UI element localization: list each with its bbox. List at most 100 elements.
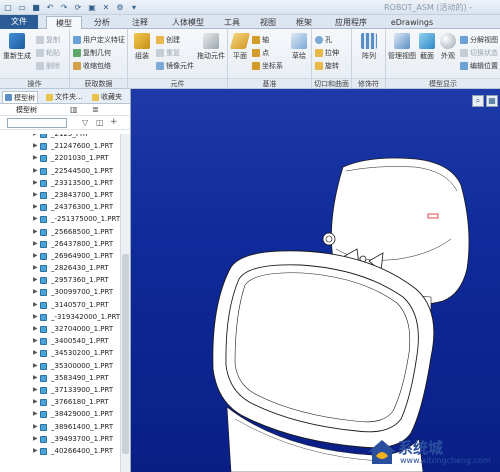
tree-row[interactable]: ▶ _22544500_1.PRT: [0, 165, 120, 177]
explode-view-button[interactable]: 分解视图: [460, 35, 498, 45]
expand-arrow-icon[interactable]: ▶: [33, 152, 38, 164]
new-file-icon[interactable]: □: [3, 3, 13, 13]
edit-position-button[interactable]: 编辑位置: [460, 61, 498, 71]
window-icon[interactable]: ▣: [87, 3, 97, 13]
mirror-component-button[interactable]: 镜像元件: [156, 61, 194, 71]
expand-arrow-icon[interactable]: ▶: [33, 347, 38, 359]
tree-scrollbar-thumb[interactable]: [122, 254, 129, 454]
tree-row[interactable]: ▶ _-251375000_1.PRT: [0, 213, 120, 225]
tab-tools[interactable]: 工具: [216, 16, 248, 29]
plane-button[interactable]: 平面: [229, 33, 251, 61]
tab-framework[interactable]: 框架: [288, 16, 320, 29]
tree-row[interactable]: ▶ _35300000_1.PRT: [0, 360, 120, 372]
expand-arrow-icon[interactable]: ▶: [33, 311, 38, 323]
expand-arrow-icon[interactable]: ▶: [33, 140, 38, 152]
expand-arrow-icon[interactable]: ▶: [33, 445, 38, 457]
tree-row[interactable]: ▶ _21247600_1.PRT: [0, 140, 120, 152]
tree-settings-icon[interactable]: ≣: [92, 105, 99, 114]
tree-row[interactable]: ▶ _3583490_1.PRT: [0, 372, 120, 384]
manage-views-button[interactable]: 管理视图: [387, 33, 417, 61]
open-file-icon[interactable]: ▭: [17, 3, 27, 13]
axis-button[interactable]: 轴: [252, 35, 269, 45]
expand-arrow-icon[interactable]: ▶: [33, 323, 38, 335]
user-defined-feature-button[interactable]: 用户定义特征: [73, 35, 125, 45]
expand-arrow-icon[interactable]: ▶: [33, 226, 38, 238]
expand-arrow-icon[interactable]: ▶: [33, 238, 38, 250]
tree-row[interactable]: ▶ _30099700_1.PRT: [0, 286, 120, 298]
pattern-button[interactable]: 阵列: [354, 33, 384, 61]
redo-icon[interactable]: ↷: [59, 3, 69, 13]
expand-arrow-icon[interactable]: ▶: [33, 189, 38, 201]
tree-row[interactable]: ▶ _37133900_1.PRT: [0, 384, 120, 396]
tree-search-input[interactable]: [7, 118, 67, 128]
section-button[interactable]: 截面: [417, 33, 437, 61]
assemble-button[interactable]: 组装: [130, 33, 154, 61]
expand-arrow-icon[interactable]: ▶: [33, 165, 38, 177]
expand-arrow-icon[interactable]: ▶: [33, 360, 38, 372]
regenerate-icon[interactable]: ⟳: [73, 3, 83, 13]
create-button[interactable]: 创建: [156, 35, 180, 45]
undo-icon[interactable]: ↶: [45, 3, 55, 13]
tree-row[interactable]: ▶ _26437800_1.PRT: [0, 238, 120, 250]
tree-columns-icon[interactable]: ▥: [70, 105, 78, 114]
filter-icon[interactable]: ▽: [82, 118, 88, 127]
point-button[interactable]: 点: [252, 48, 269, 58]
tree-row[interactable]: ▶ _23843700_1.PRT: [0, 189, 120, 201]
tree-row[interactable]: ▶ _25668500_1.PRT: [0, 226, 120, 238]
expand-arrow-icon[interactable]: ▶: [33, 250, 38, 262]
show-icon[interactable]: ◫: [96, 118, 104, 127]
expand-arrow-icon[interactable]: ▶: [33, 201, 38, 213]
regenerate-button[interactable]: 重新生成: [2, 33, 32, 61]
tab-manikin[interactable]: 人体模型: [162, 16, 214, 29]
expand-arrow-icon[interactable]: ▶: [33, 421, 38, 433]
hole-button[interactable]: 孔: [315, 35, 332, 45]
tab-folder-browser[interactable]: 文件夹...: [46, 91, 83, 103]
expand-arrow-icon[interactable]: ▶: [33, 274, 38, 286]
paste-button[interactable]: 粘贴: [36, 48, 60, 58]
extrude-button[interactable]: 拉伸: [315, 48, 339, 58]
csys-button[interactable]: 坐标系: [252, 61, 283, 71]
expand-arrow-icon[interactable]: ▶: [33, 372, 38, 384]
tree-row[interactable]: ▶ _26964900_1.PRT: [0, 250, 120, 262]
customize-dropdown-icon[interactable]: ▾: [129, 3, 139, 13]
tree-scrollbar[interactable]: [120, 134, 130, 472]
tree-row[interactable]: ▶ _-319342000_1.PRT: [0, 311, 120, 323]
tree-row[interactable]: ▶ _24376300_1.PRT: [0, 201, 120, 213]
view-options-icon[interactable]: ▦: [486, 95, 498, 107]
revolve-button[interactable]: 旋转: [315, 61, 339, 71]
expand-arrow-icon[interactable]: ▶: [33, 433, 38, 445]
tree-row[interactable]: ▶ _38429000_1.PRT: [0, 408, 120, 420]
settings-icon[interactable]: ⚙: [115, 3, 125, 13]
tree-row[interactable]: ▶ _3766180_1.PRT: [0, 396, 120, 408]
sketch-button[interactable]: 草绘: [288, 33, 310, 61]
tab-analysis[interactable]: 分析: [84, 16, 120, 29]
zoom-icon[interactable]: ⌕: [472, 95, 484, 107]
tree-row[interactable]: ▶ _2957360_1.PRT: [0, 274, 120, 286]
expand-arrow-icon[interactable]: ▶: [33, 177, 38, 189]
tree-row[interactable]: ▶ _2201030_1.PRT: [0, 152, 120, 164]
tab-view[interactable]: 视图: [252, 16, 284, 29]
expand-arrow-icon[interactable]: ▶: [33, 396, 38, 408]
shrinkwrap-button[interactable]: 收缩包络: [73, 61, 111, 71]
save-icon[interactable]: ■: [31, 3, 41, 13]
tree-row[interactable]: ▶ _38961400_1.PRT: [0, 421, 120, 433]
tab-file[interactable]: 文件: [0, 15, 38, 29]
tab-edrawings[interactable]: eDrawings: [384, 16, 440, 29]
tab-annotate[interactable]: 注释: [122, 16, 158, 29]
tree-row[interactable]: ▶ _2826430_1.PRT: [0, 262, 120, 274]
toggle-status-button[interactable]: 切换状态: [460, 48, 498, 58]
appearance-button[interactable]: 外观: [438, 33, 458, 61]
close-window-icon[interactable]: ✕: [101, 3, 111, 13]
delete-button[interactable]: 删除: [36, 61, 60, 71]
graphics-viewport[interactable]: ⌕ ▦: [131, 89, 500, 472]
drag-component-button[interactable]: 拖动元件: [196, 33, 226, 61]
expand-arrow-icon[interactable]: ▶: [33, 299, 38, 311]
expand-arrow-icon[interactable]: ▶: [33, 384, 38, 396]
tree-row[interactable]: ▶ _32704000_1.PRT: [0, 323, 120, 335]
copy-geometry-button[interactable]: 复制几何: [73, 48, 111, 58]
add-icon[interactable]: +: [110, 117, 118, 127]
tab-applications[interactable]: 应用程序: [326, 16, 376, 29]
tab-model[interactable]: 模型: [46, 16, 82, 29]
tab-model-tree[interactable]: 模型树: [2, 91, 38, 103]
tree-row[interactable]: ▶ _3140570_1.PRT: [0, 299, 120, 311]
